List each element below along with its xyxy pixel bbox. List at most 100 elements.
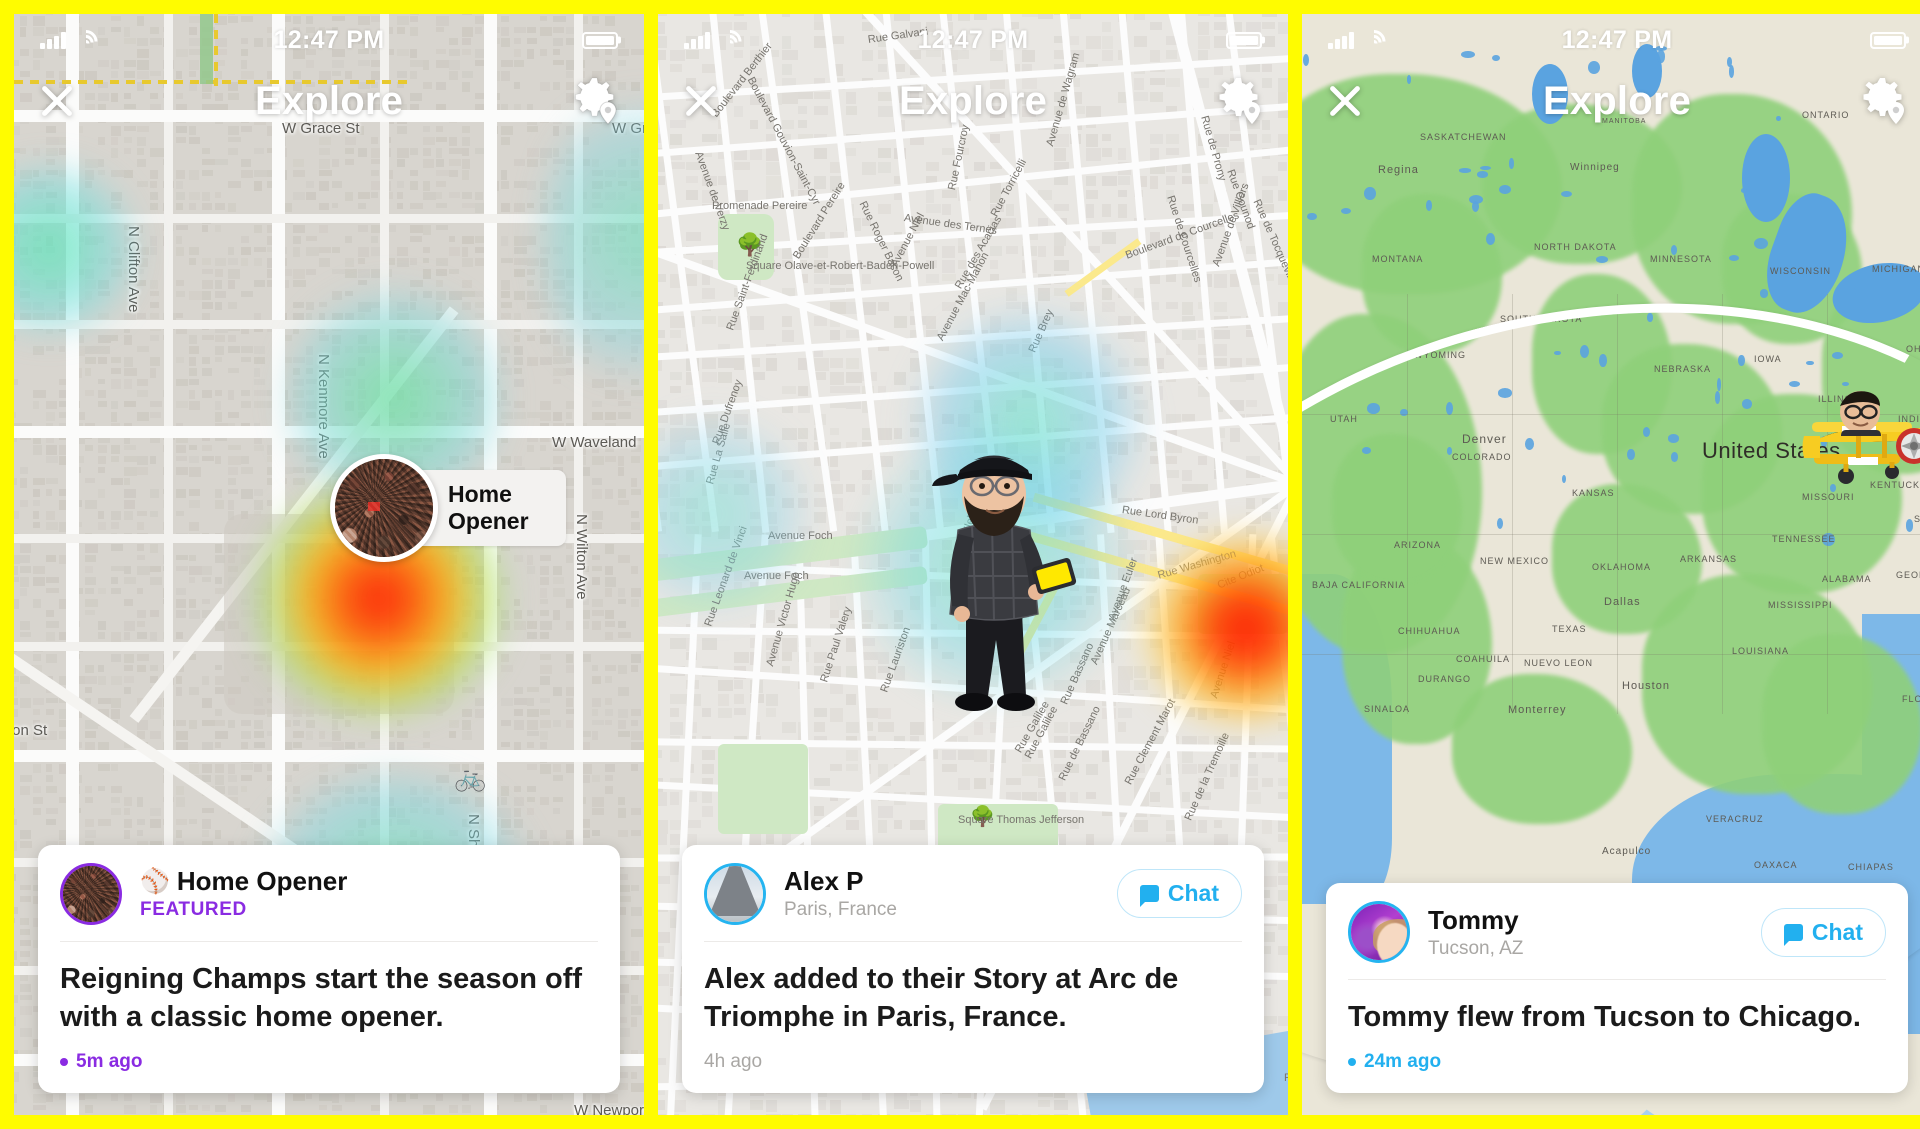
building-block — [397, 1094, 406, 1102]
street-label: ton St — [14, 722, 47, 739]
building-block — [862, 162, 876, 175]
building-block — [85, 544, 98, 553]
building-block — [241, 390, 250, 396]
building-block — [501, 170, 507, 180]
building-block — [514, 720, 524, 730]
building-block — [215, 687, 224, 694]
building-block — [501, 665, 513, 672]
building-block — [202, 830, 209, 837]
building-block — [501, 291, 510, 298]
building-block — [345, 720, 351, 727]
building-block — [85, 1094, 97, 1099]
building-block — [553, 346, 563, 356]
building-block — [150, 236, 157, 246]
building-block — [254, 731, 264, 738]
building-block — [124, 368, 137, 376]
gear-location-icon[interactable] — [572, 76, 622, 126]
building-block — [423, 258, 429, 263]
building-block — [540, 291, 548, 300]
building-block — [618, 808, 626, 818]
building-block — [85, 1105, 93, 1113]
avatar[interactable] — [60, 863, 122, 925]
map-marker-home-opener[interactable]: Home Opener — [330, 454, 566, 562]
info-card-home-opener[interactable]: ⚾ Home Opener FEATURED Reigning Champs s… — [38, 845, 620, 1093]
building-block — [124, 401, 136, 407]
building-block — [631, 599, 639, 607]
building-block — [20, 929, 30, 935]
building-block — [319, 302, 327, 307]
building-block — [670, 162, 685, 169]
building-block — [46, 346, 54, 351]
building-block — [33, 511, 39, 519]
building-block — [566, 599, 573, 608]
building-block — [124, 599, 133, 606]
building-block — [1182, 484, 1198, 492]
building-block — [215, 489, 222, 498]
building-block — [814, 778, 830, 786]
building-block — [124, 687, 131, 694]
building-block — [397, 181, 404, 188]
building-block — [124, 566, 131, 574]
building-block — [436, 170, 449, 176]
building-block — [566, 665, 574, 673]
building-block — [20, 478, 27, 488]
building-block — [410, 148, 418, 155]
building-block — [241, 170, 253, 178]
building-block — [423, 148, 431, 156]
building-block — [189, 379, 199, 385]
building-block — [702, 316, 716, 324]
building-block — [254, 181, 262, 191]
building-block — [111, 412, 117, 422]
building-block — [1214, 302, 1227, 312]
building-block — [501, 786, 509, 796]
building-block — [702, 806, 713, 817]
building-block — [46, 1094, 53, 1102]
building-block — [293, 236, 301, 244]
building-block — [553, 687, 562, 696]
building-block — [501, 236, 508, 246]
building-block — [618, 797, 625, 805]
building-block — [228, 203, 236, 212]
building-block — [241, 346, 253, 353]
building-block — [176, 313, 183, 318]
building-block — [1086, 764, 1098, 775]
building-block — [527, 720, 538, 730]
building-block — [814, 246, 828, 258]
building-block — [1230, 764, 1238, 777]
building-block — [592, 731, 598, 740]
building-block — [124, 676, 134, 683]
building-block — [176, 137, 186, 143]
building-block — [33, 577, 45, 586]
building-block — [137, 632, 147, 639]
building-block — [942, 274, 956, 281]
building-block — [540, 632, 549, 639]
building-block — [449, 1105, 458, 1113]
building-block — [228, 335, 236, 342]
building-block — [1118, 708, 1132, 718]
building-block — [215, 335, 225, 342]
building-block — [33, 500, 40, 506]
building-block — [566, 654, 573, 663]
building-block — [846, 330, 860, 338]
close-icon[interactable] — [36, 80, 78, 122]
building-block — [189, 566, 202, 575]
building-block — [540, 335, 551, 344]
building-block — [618, 709, 628, 718]
building-block — [1278, 946, 1288, 955]
building-block — [202, 225, 208, 232]
building-block — [926, 204, 941, 213]
building-block — [1278, 190, 1287, 201]
building-block — [514, 247, 527, 254]
building-block — [830, 610, 839, 618]
building-block — [150, 544, 158, 553]
building-block — [319, 148, 330, 155]
building-block — [150, 456, 156, 464]
building-block — [1198, 176, 1208, 184]
building-block — [592, 676, 601, 684]
building-block — [631, 885, 639, 891]
building-block — [111, 445, 120, 454]
building-block — [215, 302, 222, 310]
building-block — [215, 346, 224, 355]
building-block — [527, 709, 539, 717]
building-block — [1262, 820, 1272, 834]
